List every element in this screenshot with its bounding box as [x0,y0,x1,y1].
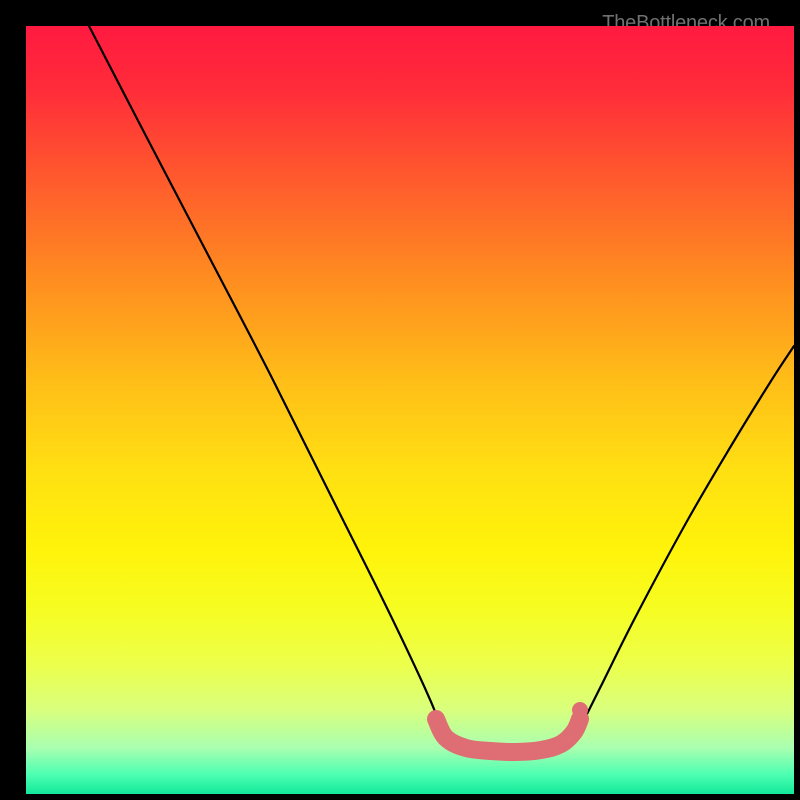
chart-svg [26,26,794,794]
plot-area [26,26,794,794]
marker-layer [572,702,588,718]
background-gradient [26,26,794,794]
chart-frame: TheBottleneck.com [10,10,790,790]
marker-right-dot [572,702,588,718]
